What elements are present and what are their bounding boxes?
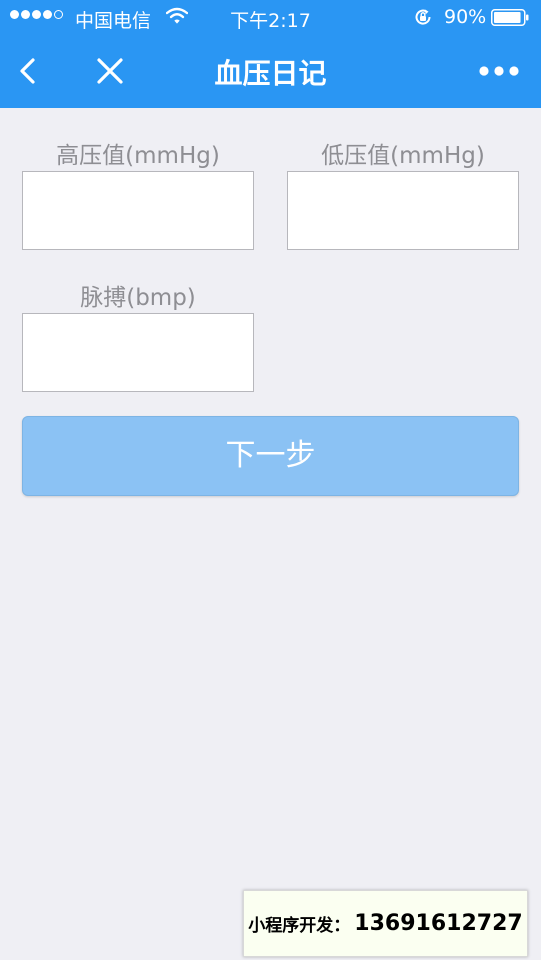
systolic-label: 高压值(mmHg): [56, 143, 220, 169]
contact-label: 小程序开发：: [248, 916, 351, 936]
orientation-lock-icon: [415, 9, 431, 25]
developer-contact-banner: 小程序开发： 13691612727: [243, 890, 528, 957]
app-header: 中国电信 下午2:17 90% 血压日记: [0, 0, 541, 108]
navigation-bar: 血压日记: [0, 36, 541, 108]
status-bar: 中国电信 下午2:17 90%: [0, 0, 541, 36]
diastolic-input[interactable]: [287, 171, 519, 250]
pulse-input[interactable]: [22, 313, 254, 392]
more-icon[interactable]: [478, 64, 520, 78]
battery-icon: [491, 9, 529, 26]
diastolic-label: 低压值(mmHg): [321, 143, 485, 169]
pulse-label: 脉搏(bmp): [80, 285, 196, 311]
systolic-input[interactable]: [22, 171, 254, 250]
page-title: 血压日记: [214, 57, 327, 90]
contact-phone: 13691612727: [354, 911, 523, 936]
next-step-button[interactable]: 下一步: [22, 416, 519, 496]
battery-percent: 90%: [444, 6, 487, 28]
